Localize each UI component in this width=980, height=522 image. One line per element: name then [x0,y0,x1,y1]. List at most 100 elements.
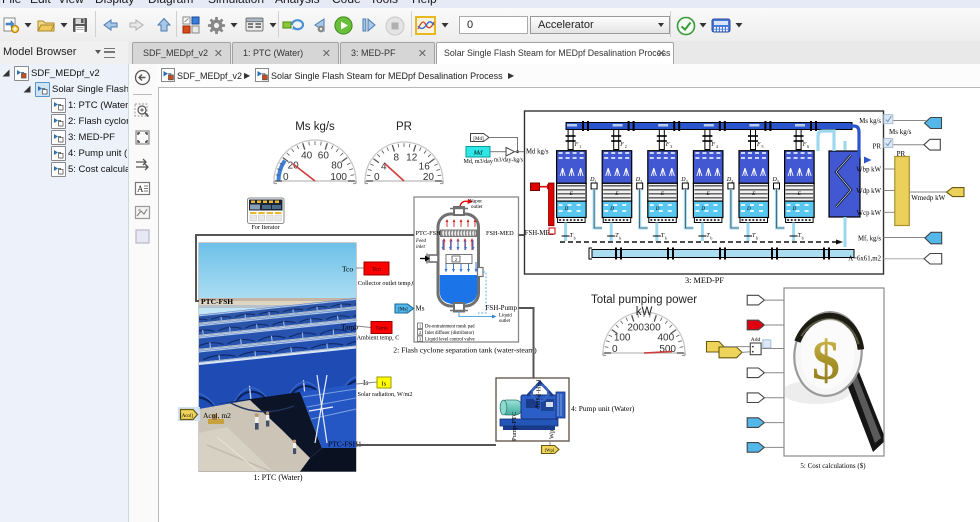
svg-text:PR: PR [873,144,882,151]
svg-text:0: 0 [612,344,618,355]
svg-text:16: 16 [419,162,431,173]
svg-text:400: 400 [657,332,674,343]
svg-text:A=6x61,m2: A=6x61,m2 [848,255,881,262]
svg-text:[Ms]: [Ms] [398,308,408,313]
svg-text:1: 1 [579,144,581,149]
svg-text:1: 1 [419,324,421,329]
svg-text:Ambient temp, C: Ambient temp, C [357,335,400,342]
svg-text:6: 6 [807,144,809,149]
svg-text:D: D [655,207,660,212]
svg-text:Md kg/s: Md kg/s [526,149,549,156]
svg-text:F: F [574,142,579,148]
svg-text:Wp: Wp [549,430,556,439]
svg-text:[Acol]: [Acol] [180,414,193,419]
svg-text:Wbp kW: Wbp kW [856,167,881,174]
svg-text:2: 2 [455,257,457,262]
svg-text:E: E [660,191,665,197]
svg-text:F: F [802,142,807,148]
svg-text:200: 200 [627,323,644,334]
svg-text:Acol, m2: Acol, m2 [203,411,231,420]
svg-text:4: Pump unit (Water): 4: Pump unit (Water) [571,404,635,413]
svg-text:Ms kg/s: Ms kg/s [889,128,912,136]
svg-text:20: 20 [423,172,435,183]
svg-text:kW: kW [636,306,653,318]
svg-text:[Wp]: [Wp] [545,448,555,453]
svg-text:500: 500 [659,344,676,355]
svg-text:Tco: Tco [372,267,381,273]
svg-text:100: 100 [614,332,631,343]
svg-text:Wdp kW: Wdp kW [856,188,881,195]
svg-text:E: E [705,191,710,197]
svg-text:1: PTC (Water): 1: PTC (Water) [253,473,302,482]
svg-text:2: 2 [625,144,627,149]
svg-text:Collector outlet temp,C: Collector outlet temp,C [358,280,416,287]
svg-text:PR: PR [396,121,412,133]
svg-text:Add: Add [751,337,761,343]
svg-text:100: 100 [330,172,347,183]
svg-text:D: D [609,207,614,212]
svg-text:3: 3 [419,337,421,342]
svg-text:D: D [792,207,797,212]
svg-text:Liquid level control valve: Liquid level control valve [425,338,475,343]
svg-text:For Iterator: For Iterator [251,224,279,231]
svg-text:E: E [797,191,802,197]
svg-text:Total pumping power: Total pumping power [591,294,697,306]
svg-text:Is: Is [382,381,387,388]
svg-text:Ms kg/s: Ms kg/s [295,121,335,133]
svg-text:Wmedp kW: Wmedp kW [911,194,945,202]
svg-text:outlet: outlet [471,205,483,210]
svg-text:8: 8 [393,152,399,163]
svg-text:3: 3 [670,144,672,149]
svg-text:PTC-FSH: PTC-FSH [201,297,233,306]
svg-text:20: 20 [288,160,300,171]
svg-text:F: F [619,142,624,148]
svg-text:E: E [751,191,756,197]
svg-text:FSH-Pump: FSH-Pump [486,304,518,312]
svg-text:b: b [619,236,621,241]
svg-text:F: F [756,142,761,148]
svg-text:Vapor: Vapor [470,200,482,205]
svg-text:inlet: inlet [416,245,425,250]
svg-text:Tamb: Tamb [341,323,358,332]
svg-text:2: Flash cyclone separation ta: 2: Flash cyclone separation tank (water-… [393,346,537,355]
svg-text:E: E [614,191,619,197]
svg-text:b: b [756,236,758,241]
svg-text:b: b [574,236,576,241]
svg-text:4: 4 [381,162,387,173]
svg-text:Mf, kg/s: Mf, kg/s [858,235,881,242]
svg-text:Inlet diffuser (distributor): Inlet diffuser (distributor) [425,331,475,336]
svg-text:$: $ [812,330,840,392]
svg-text:Ms: Ms [416,305,425,313]
svg-text:Liquid: Liquid [499,314,512,319]
svg-text:Pump-PTC: Pump-PTC [511,412,518,441]
svg-text:Tco: Tco [342,265,353,274]
svg-text:b: b [802,236,804,241]
svg-text:m3/day-kg/s: m3/day-kg/s [494,158,524,164]
svg-text:outlet: outlet [499,319,511,324]
svg-text:E: E [569,191,574,197]
svg-text:Solar radiation, W/m2: Solar radiation, W/m2 [357,391,412,398]
svg-text:D: D [564,207,569,212]
svg-text:40: 40 [301,151,313,162]
svg-text:Md: Md [473,150,483,157]
svg-text:12: 12 [406,152,418,163]
svg-text:PTC-FSH: PTC-FSH [416,230,442,237]
svg-text:0: 0 [283,172,289,183]
svg-text:60: 60 [318,151,330,162]
svg-text:Feed: Feed [415,239,426,244]
svg-text:0: 0 [374,172,380,183]
svg-text:[Md]: [Md] [473,137,484,142]
svg-text:D: D [700,207,705,212]
svg-text:FSH-Pump: FSH-Pump [535,380,542,409]
svg-text:Md, m3/day: Md, m3/day [464,159,493,165]
svg-text:Tamb: Tamb [375,326,388,332]
svg-text:4: 4 [716,144,718,149]
svg-text:F: F [710,142,715,148]
svg-text:D: D [746,207,751,212]
svg-text:De-entrainment mesh pad: De-entrainment mesh pad [425,325,475,330]
svg-text:Ms kg/s: Ms kg/s [859,118,881,125]
svg-text:b: b [665,236,667,241]
svg-text:FSH-MED: FSH-MED [486,230,514,237]
svg-text:3: MED-PF: 3: MED-PF [685,276,724,285]
svg-text:5: Cost calculations ($): 5: Cost calculations ($) [800,462,866,470]
